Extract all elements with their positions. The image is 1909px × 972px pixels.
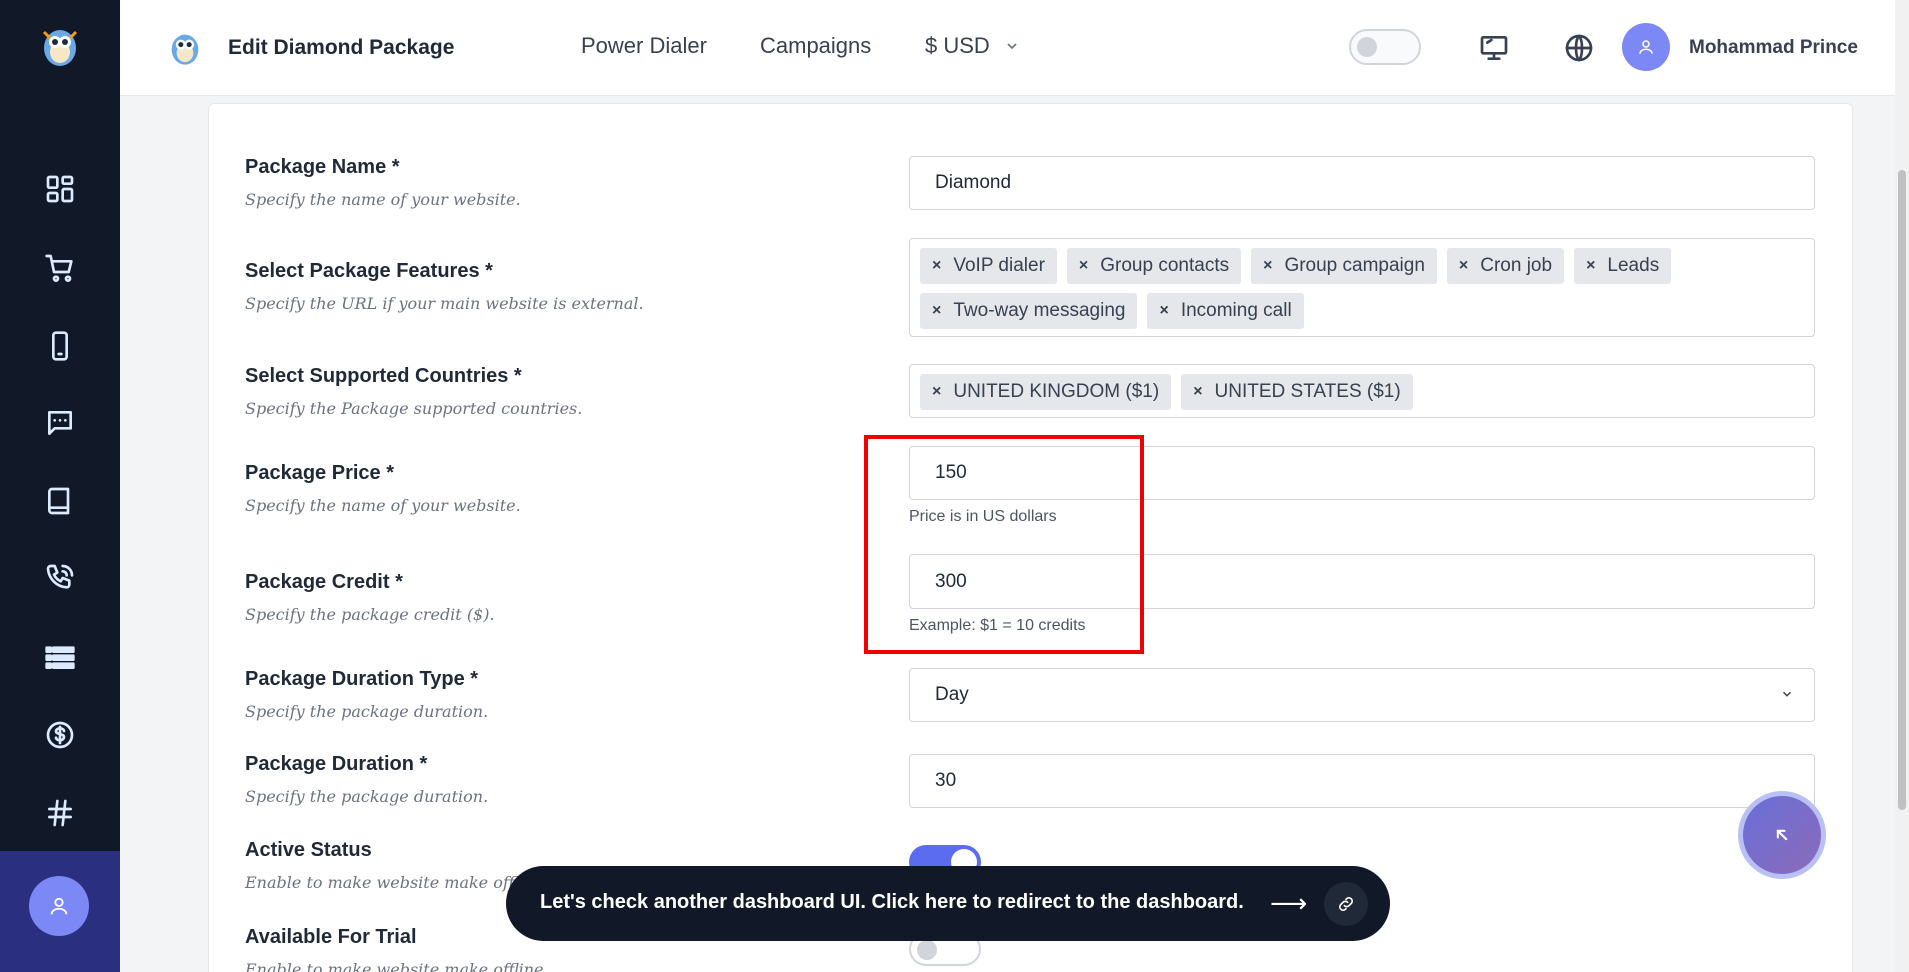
duration-value: 30 (935, 770, 957, 791)
link-icon[interactable] (1324, 882, 1368, 926)
country-tag: × UNITED KINGDOM ($1) (920, 374, 1172, 410)
duration-type-label: Package Duration Type * (245, 668, 479, 690)
feature-tag: × Leads (1574, 248, 1672, 284)
package-name-desc: Specify the name of your website. (245, 190, 521, 209)
profile-avatar-icon[interactable] (29, 876, 89, 936)
sidebar (0, 0, 120, 972)
remove-tag-icon[interactable]: × (1079, 257, 1088, 275)
dollar-icon[interactable] (40, 715, 80, 755)
phone-call-icon[interactable] (40, 558, 80, 598)
currency-select[interactable]: $ USD (925, 33, 1020, 59)
price-label: Package Price * (245, 462, 394, 484)
message-icon[interactable] (40, 403, 80, 443)
book-icon[interactable] (40, 481, 80, 521)
theme-toggle[interactable] (1349, 29, 1421, 65)
duration-desc: Specify the package duration. (245, 787, 489, 806)
credit-desc: Specify the package credit ($). (245, 605, 495, 624)
cart-icon[interactable] (40, 248, 80, 288)
arrow-up-left-icon (1776, 829, 1788, 841)
remove-tag-icon[interactable]: × (1193, 383, 1202, 401)
package-name-input[interactable]: Diamond (909, 156, 1815, 210)
price-desc: Specify the name of your website. (245, 496, 521, 515)
dashboard-icon[interactable] (40, 169, 80, 209)
features-label: Select Package Features * (245, 260, 493, 282)
banner-message[interactable]: Let's check another dashboard UI. Click … (540, 891, 1244, 914)
countries-multiselect[interactable]: × UNITED KINGDOM ($1) × UNITED STATES ($1) (909, 364, 1815, 418)
arrow-right-icon: ⟶ (1270, 888, 1308, 918)
features-multiselect[interactable]: × VoIP dialer × Group contacts × Group camp… (909, 238, 1815, 337)
remove-tag-icon[interactable]: × (1263, 257, 1272, 275)
scrollbar-thumb[interactable] (1898, 170, 1906, 810)
nav-power-dialer[interactable]: Power Dialer (581, 33, 707, 59)
chevron-down-icon (1782, 691, 1792, 697)
remove-tag-icon[interactable]: × (1459, 257, 1468, 275)
monitor-icon[interactable] (1476, 30, 1512, 66)
feature-tag: × VoIP dialer (920, 248, 1057, 284)
mobile-icon[interactable] (40, 326, 80, 366)
hashtag-icon[interactable] (40, 793, 80, 833)
chevron-down-icon (1007, 43, 1017, 50)
remove-tag-icon[interactable]: × (932, 302, 941, 320)
page-title: Edit Diamond Package (228, 36, 455, 59)
countries-label: Select Supported Countries * (245, 365, 522, 387)
user-name[interactable]: Mohammad Prince (1689, 37, 1858, 59)
features-desc: Specify the URL if your main website is … (245, 294, 644, 313)
package-name-value: Diamond (935, 172, 1012, 193)
feature-tag: × Two-way messaging (920, 293, 1138, 329)
duration-type-value: Day (935, 684, 969, 705)
trial-desc: Enable to make website make offline. (245, 960, 549, 972)
feature-tag: × Incoming call (1147, 293, 1304, 329)
globe-icon[interactable] (1561, 30, 1597, 66)
feature-tag: × Group campaign (1251, 248, 1437, 284)
duration-label: Package Duration * (245, 753, 428, 775)
duration-input[interactable]: 30 (909, 754, 1815, 808)
list-icon[interactable] (40, 637, 80, 677)
scroll-top-button[interactable] (1738, 791, 1826, 879)
duration-type-desc: Specify the package duration. (245, 702, 489, 721)
duration-type-select[interactable]: Day (909, 668, 1815, 722)
app-logo-icon[interactable] (36, 22, 84, 70)
top-header: Edit Diamond Package Power Dialer Campai… (120, 0, 1909, 96)
package-name-label: Package Name * (245, 156, 400, 178)
user-avatar-icon[interactable] (1622, 23, 1670, 71)
page-scrollbar[interactable] (1895, 0, 1909, 972)
currency-label: $ USD (925, 33, 990, 58)
nav-campaigns[interactable]: Campaigns (760, 33, 871, 59)
remove-tag-icon[interactable]: × (932, 257, 941, 275)
remove-tag-icon[interactable]: × (1586, 257, 1595, 275)
feature-tag: × Group contacts (1066, 248, 1242, 284)
redirect-banner[interactable]: Let's check another dashboard UI. Click … (506, 866, 1390, 941)
countries-desc: Specify the Package supported countries. (245, 399, 583, 418)
trial-label: Available For Trial (245, 926, 417, 948)
feature-tag: × Cron job (1446, 248, 1565, 284)
header-logo-icon[interactable] (165, 26, 205, 70)
active-status-desc: Enable to make website make offline. (245, 873, 549, 892)
remove-tag-icon[interactable]: × (1159, 302, 1168, 320)
country-tag: × UNITED STATES ($1) (1181, 374, 1413, 410)
sidebar-profile (0, 851, 120, 972)
remove-tag-icon[interactable]: × (932, 383, 941, 401)
credit-label: Package Credit * (245, 571, 403, 593)
highlight-annotation (864, 435, 1144, 654)
active-status-label: Active Status (245, 839, 372, 861)
